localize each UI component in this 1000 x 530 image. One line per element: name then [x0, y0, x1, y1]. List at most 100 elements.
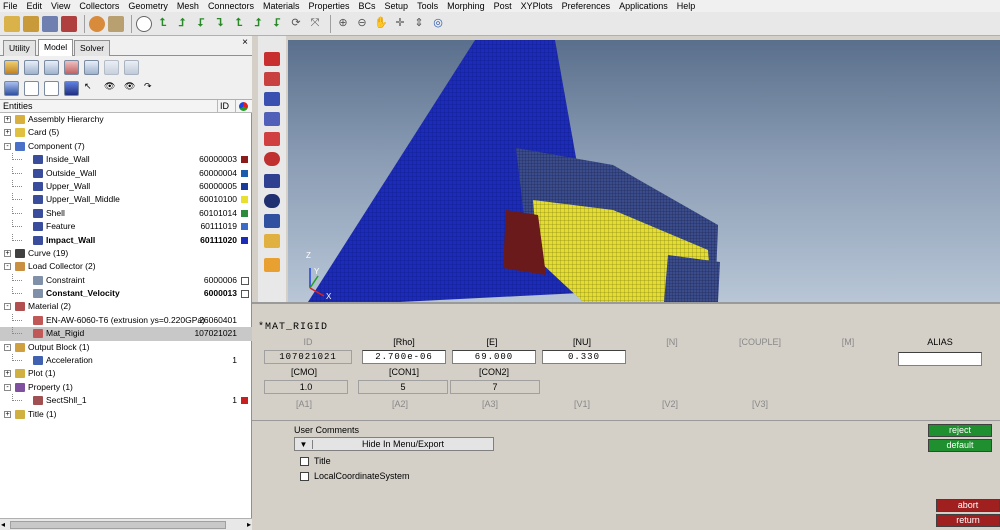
view-iso-icon[interactable]: ⮤	[155, 16, 171, 32]
hide-icon[interactable]: 👁	[124, 81, 139, 96]
header-v3[interactable]: [V3]	[720, 398, 800, 410]
header-con2[interactable]: [CON2]	[452, 366, 536, 378]
tab-model[interactable]: Model	[38, 39, 74, 57]
mask-icon[interactable]	[264, 152, 280, 166]
header-v2[interactable]: [V2]	[630, 398, 710, 410]
title-checkbox[interactable]: Title	[300, 456, 331, 466]
horizontal-scrollbar[interactable]: ◂ ▸	[0, 518, 252, 530]
tree-row[interactable]: + Assembly Hierarchy	[0, 113, 252, 126]
lcs-checkbox[interactable]: LocalCoordinateSystem	[300, 471, 410, 481]
collapse-icon[interactable]: -	[4, 343, 11, 351]
display-options-icon[interactable]	[4, 81, 19, 96]
e-field[interactable]: 69.000	[452, 350, 536, 364]
header-con1[interactable]: [CON1]	[362, 366, 446, 378]
menu-tools[interactable]: Tools	[417, 1, 438, 11]
cursor-select-icon[interactable]: ↖	[84, 81, 99, 96]
tree-row[interactable]: - Output Block (1)	[0, 341, 252, 354]
scroll-thumb[interactable]	[10, 521, 226, 529]
assembly-view-icon[interactable]	[24, 59, 39, 75]
header-n[interactable]: [N]	[632, 336, 712, 348]
id-column-header[interactable]: ID	[218, 99, 236, 113]
tree-row[interactable]: - Property (1)	[0, 381, 252, 394]
header-a3[interactable]: [A3]	[450, 398, 530, 410]
header-couple[interactable]: [COUPLE]	[720, 336, 800, 348]
color-swatch[interactable]	[241, 196, 248, 204]
menu-applications[interactable]: Applications	[619, 1, 668, 11]
menu-geometry[interactable]: Geometry	[128, 1, 168, 11]
tree-row[interactable]: Upper_Wall_Middle 60010100	[0, 193, 252, 206]
info-icon[interactable]	[264, 194, 280, 208]
tree-row[interactable]: Upper_Wall 60000005	[0, 179, 252, 193]
label-icon[interactable]	[264, 214, 280, 228]
property-view-icon[interactable]	[84, 59, 99, 75]
color-swatch[interactable]	[241, 397, 248, 405]
graphics-viewport[interactable]: X Y Z	[288, 40, 1000, 302]
menu-preferences[interactable]: Preferences	[562, 1, 611, 11]
menu-mesh[interactable]: Mesh	[177, 1, 199, 11]
tree-structure-icon[interactable]	[24, 81, 39, 96]
tree-row[interactable]: Constant_Velocity 6000013	[0, 287, 252, 300]
rho-field[interactable]: 2.700e-06	[362, 350, 446, 364]
expand-icon[interactable]: +	[4, 249, 11, 257]
tree-row[interactable]: Outside_Wall 60000004	[0, 166, 252, 180]
view-back-icon[interactable]: ⮦	[269, 16, 285, 32]
zoom-in-icon[interactable]: ⊕	[335, 16, 351, 32]
tree-row[interactable]: + Title (1)	[0, 408, 252, 421]
checkbox-box[interactable]	[300, 471, 309, 481]
con1-field[interactable]: 5	[358, 380, 448, 394]
zoom-out-icon[interactable]: ⊖	[354, 16, 370, 32]
color-swatch[interactable]	[241, 182, 248, 190]
header-nu[interactable]: [NU]	[542, 336, 622, 348]
expand-icon[interactable]: +	[4, 370, 11, 378]
tree-row[interactable]: Feature 60111019	[0, 220, 252, 233]
menu-materials[interactable]: Materials	[263, 1, 300, 11]
color-swatch[interactable]	[241, 156, 248, 164]
abort-button[interactable]: abort	[936, 499, 1000, 512]
menu-collectors[interactable]: Collectors	[79, 1, 119, 11]
translate-icon[interactable]: ✛	[392, 16, 408, 32]
filter-view-icon[interactable]	[124, 59, 139, 75]
dropdown-arrow-icon[interactable]: ▼	[295, 439, 313, 449]
menu-help[interactable]: Help	[677, 1, 696, 11]
rotate-center-icon[interactable]: ◎	[430, 16, 446, 32]
scroll-left-icon[interactable]: ◂	[1, 520, 5, 529]
tree-row[interactable]: EN-AW-6060-T6 (extrusion ys=0.220GPa) 260…	[0, 313, 252, 327]
entities-column-header[interactable]: Entities	[0, 99, 218, 113]
abc-annotation-icon[interactable]	[264, 234, 280, 248]
cmo-field[interactable]: 1.0	[264, 380, 348, 394]
collapse-icon[interactable]: -	[4, 383, 11, 391]
nu-field[interactable]: 0.330	[542, 350, 626, 364]
header-a1[interactable]: [A1]	[264, 398, 344, 410]
shaded-icon[interactable]	[264, 52, 280, 66]
shaded-display-icon[interactable]	[64, 81, 79, 96]
view-left-icon[interactable]: ⮧	[212, 16, 228, 32]
collapse-icon[interactable]: -	[4, 303, 11, 311]
header-cmo[interactable]: [CMO]	[268, 366, 340, 378]
hide-in-menu-dropdown[interactable]: ▼ Hide In Menu/Export	[294, 437, 494, 451]
import-icon[interactable]	[23, 15, 39, 32]
tree-row[interactable]: - Load Collector (2)	[0, 260, 252, 273]
include-view-icon[interactable]	[44, 59, 59, 75]
tree-row[interactable]: Impact_Wall 60111020	[0, 233, 252, 247]
header-m[interactable]: [M]	[808, 336, 888, 348]
expand-icon[interactable]: +	[4, 116, 11, 123]
menu-view[interactable]: View	[51, 1, 70, 11]
header-e[interactable]: [E]	[452, 336, 532, 348]
menu-edit[interactable]: Edit	[27, 1, 43, 11]
tab-utility[interactable]: Utility	[3, 40, 36, 56]
color-swatch[interactable]	[241, 169, 248, 177]
zoom-icon[interactable]	[136, 15, 152, 32]
rotate-icon[interactable]: ⟳	[288, 16, 304, 32]
solver-view-icon[interactable]	[104, 59, 119, 75]
menu-setup[interactable]: Setup	[385, 1, 409, 11]
tree-row[interactable]: + Card (5)	[0, 126, 252, 139]
spin-icon[interactable]: ⇕	[411, 16, 427, 32]
menu-xyplots[interactable]: XYPlots	[521, 1, 553, 11]
visibility-checkbox[interactable]	[241, 290, 249, 299]
tree-row[interactable]: Acceleration 1	[0, 354, 252, 367]
return-button[interactable]: return	[936, 514, 1000, 527]
menu-bcs[interactable]: BCs	[359, 1, 376, 11]
user-profile-icon[interactable]	[89, 15, 105, 32]
pan-hand-icon[interactable]: ✋	[373, 16, 389, 32]
header-v1[interactable]: [V1]	[542, 398, 622, 410]
